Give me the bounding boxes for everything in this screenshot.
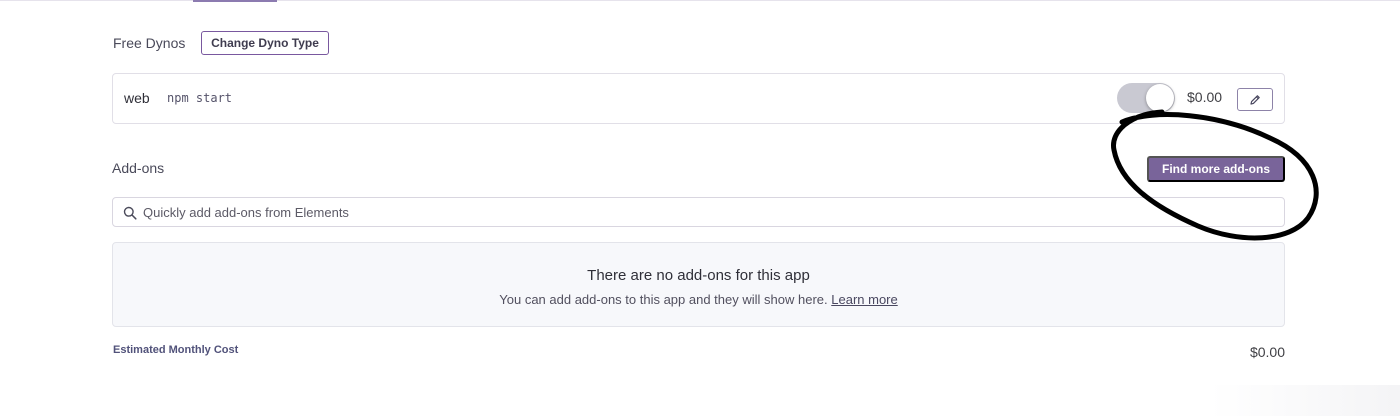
toggle-knob (1146, 84, 1174, 112)
find-more-addons-button[interactable]: Find more add-ons (1147, 156, 1285, 182)
addons-section-heading: Add-ons (112, 158, 164, 178)
empty-state-title: There are no add-ons for this app (587, 267, 810, 284)
change-dyno-type-button[interactable]: Change Dyno Type (201, 31, 329, 55)
resources-page: Free Dynos Change Dyno Type web npm star… (0, 0, 1400, 416)
dyno-command: npm start (167, 91, 233, 105)
dyno-price: $0.00 (1187, 89, 1223, 105)
dyno-type-label: web (124, 90, 150, 106)
dyno-toggle[interactable] (1117, 83, 1175, 113)
edit-dyno-button[interactable] (1237, 88, 1273, 111)
estimated-cost-value: $0.00 (1249, 344, 1285, 360)
addons-search-input[interactable] (143, 198, 1273, 226)
active-tab-indicator (193, 0, 277, 2)
learn-more-link[interactable]: Learn more (831, 292, 897, 307)
dyno-row: web npm start $0.00 (112, 73, 1285, 124)
empty-state-text: You can add add-ons to this app and they… (499, 292, 828, 307)
corner-shadow (1210, 385, 1400, 416)
search-icon (123, 206, 137, 220)
empty-state-description: You can add add-ons to this app and they… (113, 292, 1284, 307)
free-dynos-label: Free Dynos (113, 35, 186, 51)
addons-label: Add-ons (112, 160, 165, 176)
addons-search (112, 197, 1285, 227)
dyno-section-heading: Free Dynos (113, 33, 185, 53)
estimated-cost-label: Estimated Monthly Cost (113, 344, 239, 356)
addons-empty-state: There are no add-ons for this app You ca… (112, 242, 1285, 327)
pencil-icon (1250, 94, 1260, 105)
